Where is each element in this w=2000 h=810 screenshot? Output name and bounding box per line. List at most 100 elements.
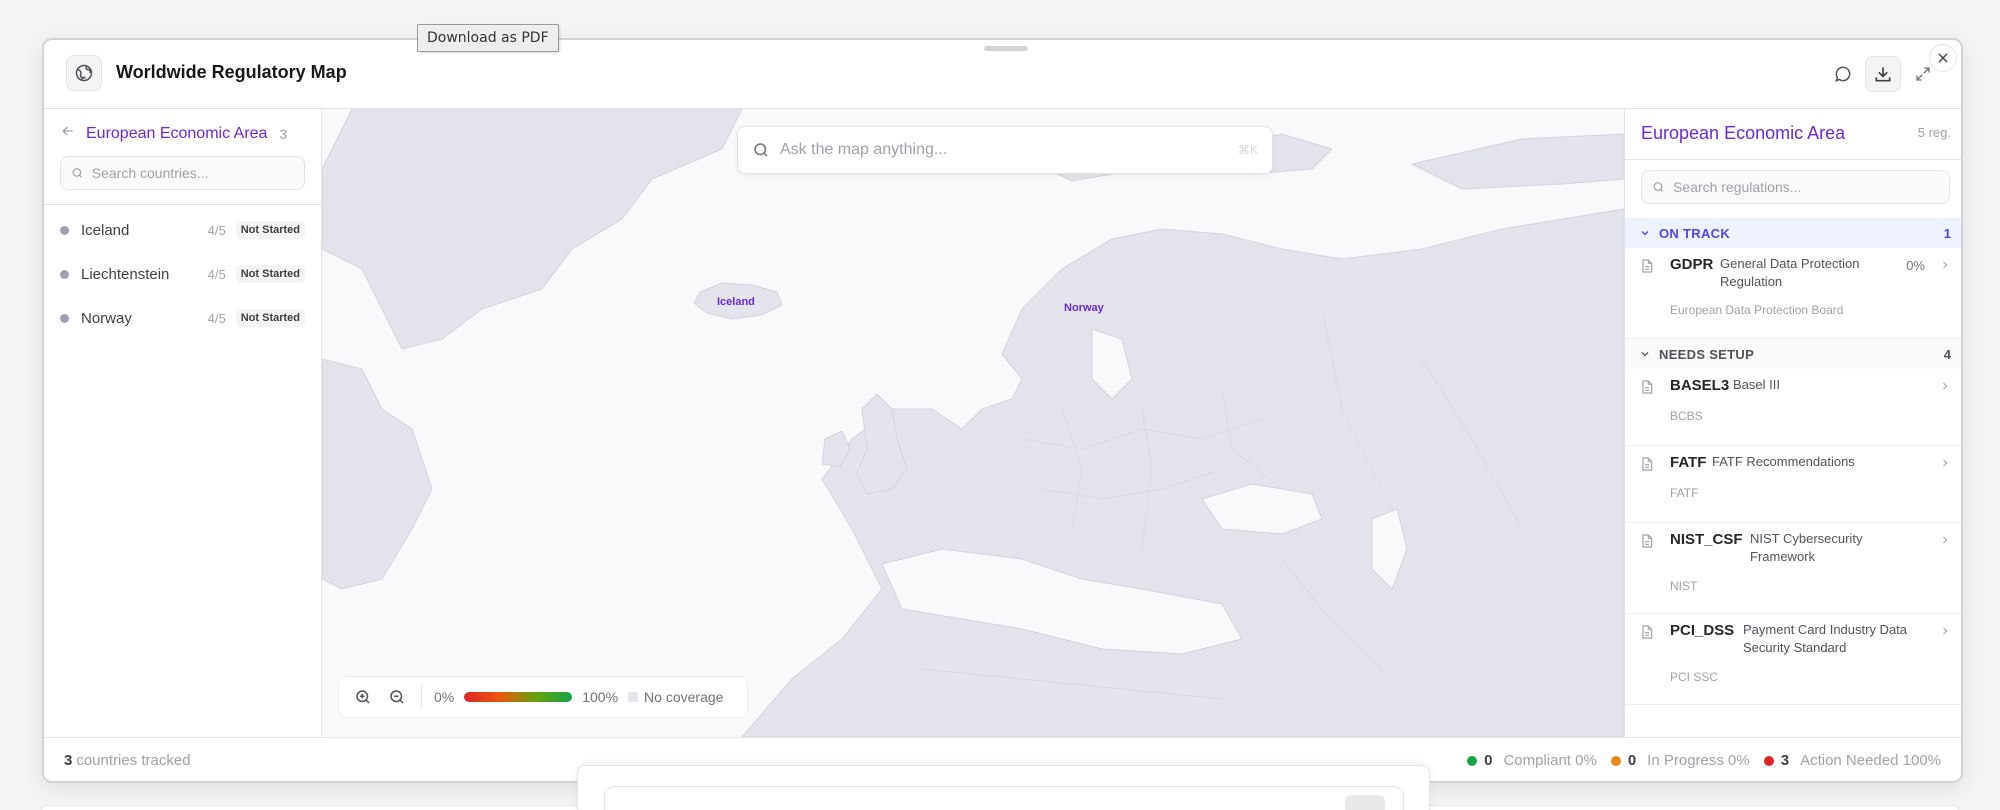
chevron-right-icon [1939, 258, 1951, 276]
world-map[interactable]: ⌘K Iceland Norway 0% 100% No coverage [322, 109, 1624, 737]
download-icon [1875, 67, 1891, 82]
regulation-name: Basel III [1733, 377, 1780, 392]
no-coverage-swatch [628, 692, 639, 702]
map-label-norway[interactable]: Norway [1064, 302, 1104, 314]
zoom-in-button[interactable] [351, 685, 375, 709]
regulatory-map-dialog: Worldwide Regulatory Map European Econom… [42, 38, 1963, 783]
chat-button[interactable] [1825, 56, 1861, 92]
close-icon [1938, 53, 1948, 63]
search-icon [72, 168, 83, 178]
status-dot [60, 225, 69, 235]
country-item-iceland[interactable]: Iceland 4/5 Not Started [44, 208, 321, 252]
shortcut-hint: ⌘K [1237, 143, 1258, 157]
expand-icon [1916, 67, 1930, 81]
document-icon [1639, 623, 1655, 646]
legend-no-coverage: No coverage [644, 689, 724, 705]
group-title: NEEDS SETUP [1659, 346, 1755, 362]
group-header-on-track[interactable]: ON TRACK 1 [1625, 218, 1961, 248]
country-list-panel: European Economic Area 3 Iceland 4/5 Not… [44, 109, 322, 737]
document-icon [1639, 532, 1655, 555]
stat-label: Compliant 0% [1503, 752, 1597, 769]
country-score: 4/5 [207, 310, 226, 326]
document-icon [1639, 378, 1655, 401]
regulation-item-basel3[interactable]: BASEL3 Basel III BCBS [1625, 369, 1961, 446]
country-score: 4/5 [207, 266, 226, 282]
region-count: 3 [279, 125, 288, 142]
regulation-progress: 0% [1906, 258, 1925, 273]
download-pdf-button[interactable] [1865, 56, 1901, 92]
underlying-chip [1345, 795, 1385, 810]
status-dot [60, 269, 69, 279]
divider [421, 686, 422, 708]
regulation-body: PCI SSC [1670, 670, 1719, 684]
country-score: 4/5 [207, 222, 226, 238]
country-search[interactable] [60, 156, 305, 190]
stat-compliant: 0 Compliant 0% [1467, 752, 1597, 769]
chevron-right-icon [1939, 379, 1951, 397]
search-input[interactable] [91, 165, 304, 181]
regulation-item-gdpr[interactable]: GDPR General Data Protection Regulation … [1625, 248, 1961, 339]
regulation-name: NIST Cybersecurity Framework [1750, 531, 1863, 564]
regulation-search[interactable] [1641, 170, 1950, 204]
legend-max: 100% [582, 689, 619, 705]
region-title[interactable]: European Economic Area [86, 125, 267, 143]
status-badge: Not Started [235, 265, 305, 283]
stat-in-progress: 0 In Progress 0% [1610, 752, 1750, 769]
country-name: Liechtenstein [81, 265, 170, 283]
regulation-name: General Data Protection Regulation [1720, 256, 1860, 289]
chevron-right-icon [1939, 624, 1951, 642]
tooltip-download-pdf: Download as PDF [417, 24, 559, 52]
region-header: European Economic Area 3 [60, 123, 310, 144]
status-badge: Not Started [235, 221, 305, 239]
underlying-card [577, 765, 1430, 810]
regulation-code: PCI_DSS [1670, 622, 1735, 639]
country-name: Norway [81, 309, 132, 327]
regulation-code: NIST_CSF [1670, 531, 1743, 548]
stat-label: Action Needed 100% [1800, 752, 1941, 769]
document-icon [1639, 257, 1655, 280]
country-item-norway[interactable]: Norway 4/5 Not Started [44, 296, 321, 340]
divider [44, 204, 321, 205]
regulation-body: FATF [1670, 486, 1699, 500]
document-icon [1639, 455, 1655, 478]
search-input[interactable] [1673, 179, 1949, 195]
status-dot [1467, 755, 1478, 766]
search-icon [1653, 182, 1664, 192]
zoom-out-icon [390, 690, 404, 704]
chat-icon [1835, 66, 1851, 82]
stat-count: 3 [1780, 752, 1790, 769]
regulations-count: 5 reg. [1917, 125, 1951, 140]
zoom-out-button[interactable] [385, 685, 409, 709]
status-dot [1610, 755, 1621, 766]
regulations-title: European Economic Area [1641, 123, 1846, 143]
regulation-item-pci-dss[interactable]: PCI_DSS Payment Card Industry Data Secur… [1625, 614, 1961, 705]
tracked-label: countries tracked [76, 752, 191, 769]
regulation-body: European Data Protection Board [1670, 303, 1844, 317]
country-name: Iceland [81, 221, 130, 239]
country-item-liechtenstein[interactable]: Liechtenstein 4/5 Not Started [44, 252, 321, 296]
legend-gradient [464, 692, 573, 702]
regulation-name: FATF Recommendations [1712, 454, 1855, 469]
map-landmass [322, 109, 1624, 737]
status-summary: 0 Compliant 0% 0 In Progress 0% 3 Action… [1467, 752, 1941, 769]
group-header-needs-setup[interactable]: NEEDS SETUP 4 [1625, 339, 1961, 369]
regulation-body: NIST [1670, 579, 1698, 593]
ask-map-input[interactable] [780, 141, 1228, 159]
globe-icon [66, 55, 102, 91]
close-button[interactable] [1929, 44, 1957, 72]
status-badge: Not Started [235, 309, 305, 327]
chevron-down-icon [1639, 348, 1651, 360]
ask-map-box[interactable]: ⌘K [737, 126, 1273, 174]
back-arrow-icon[interactable] [60, 123, 76, 144]
status-dot [60, 313, 69, 323]
regulation-item-nist-csf[interactable]: NIST_CSF NIST Cybersecurity Framework NI… [1625, 523, 1961, 614]
divider [1625, 159, 1961, 160]
stat-action-needed: 3 Action Needed 100% [1763, 752, 1941, 769]
regulation-code: BASEL3 [1670, 377, 1730, 394]
chevron-right-icon [1939, 533, 1951, 551]
regulations-panel: European Economic Area 5 reg. ON TRACK 1… [1624, 109, 1961, 737]
regulation-item-fatf[interactable]: FATF FATF Recommendations FATF [1625, 446, 1961, 523]
group-title: ON TRACK [1659, 225, 1731, 241]
regulation-code: FATF [1670, 454, 1707, 471]
map-label-iceland[interactable]: Iceland [717, 296, 755, 308]
